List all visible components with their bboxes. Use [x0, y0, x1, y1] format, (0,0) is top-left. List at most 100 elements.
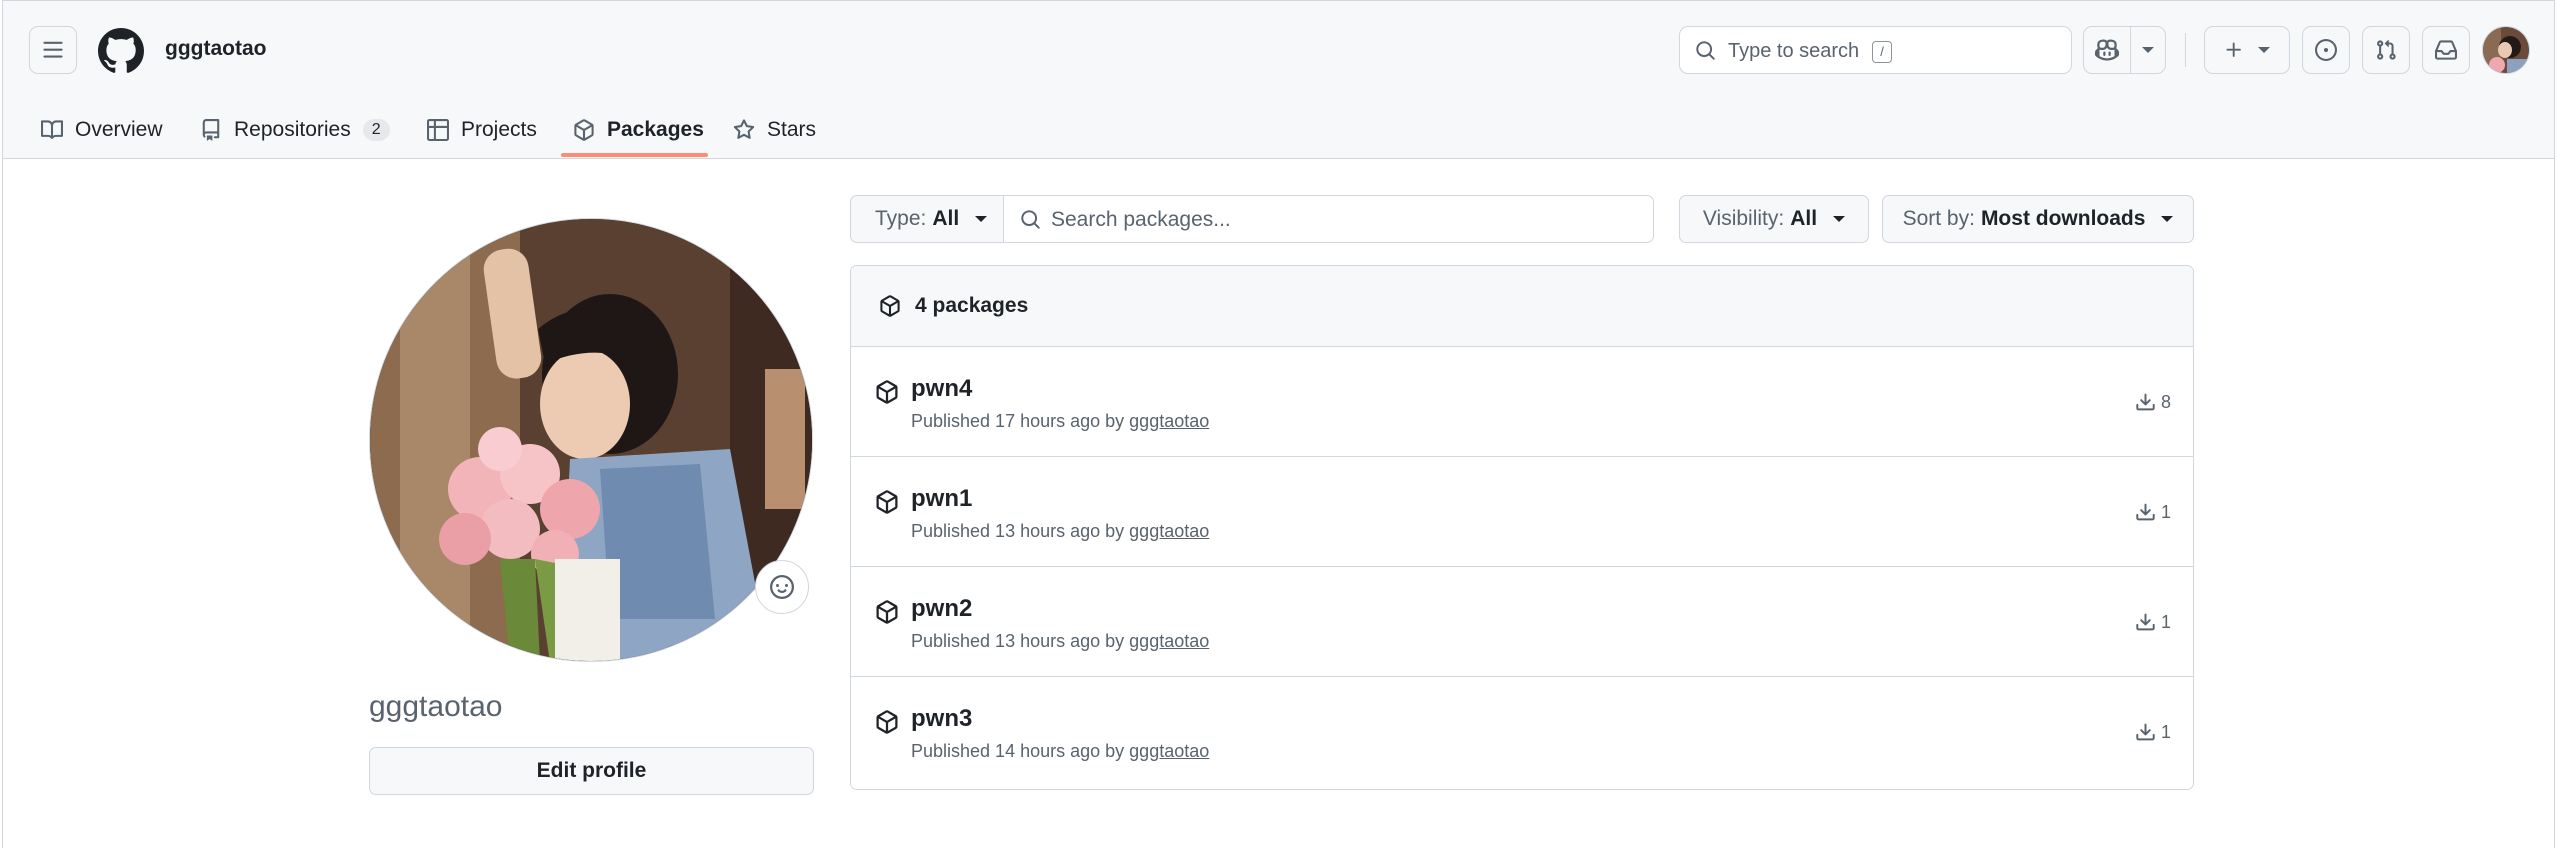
download-count-value: 1: [2160, 722, 2171, 742]
tab-label: Packages: [607, 118, 704, 141]
search-icon: [1021, 210, 1040, 229]
package-author-link[interactable]: gggtaotao: [1129, 631, 1209, 651]
package-meta: Published 14 hours ago by gggtaotao: [911, 741, 1209, 762]
download-count-value: 1: [2160, 612, 2171, 632]
visibility-filter-label: Visibility:: [1702, 207, 1785, 230]
chevron-down-icon: [2258, 47, 2270, 53]
type-filter-value: All: [932, 207, 960, 230]
issue-opened-icon: [2315, 39, 2337, 61]
pull-requests-button[interactable]: [2362, 26, 2410, 74]
package-meta: Published 13 hours ago by gggtaotao: [911, 521, 1209, 542]
set-status-button[interactable]: [755, 560, 809, 614]
profile-avatar[interactable]: [369, 218, 813, 662]
type-filter-label: Type:: [875, 207, 927, 230]
visibility-filter-value: All: [1790, 207, 1818, 230]
plus-icon: [2226, 42, 2241, 57]
download-icon: [2136, 723, 2155, 741]
tab-overview[interactable]: Overview: [41, 101, 163, 159]
package-icon: [876, 490, 898, 514]
page: gggtaotao Type to search / Overview Repo…: [2, 0, 2555, 848]
tab-stars[interactable]: Stars: [733, 101, 816, 159]
book-icon: [41, 120, 63, 139]
package-row: pwn1 Published 13 hours ago by gggtaotao…: [851, 457, 2193, 567]
package-row: pwn4 Published 17 hours ago by gggtaotao…: [851, 347, 2193, 457]
git-pull-request-icon: [2377, 39, 2396, 60]
package-meta: Published 13 hours ago by gggtaotao: [911, 631, 1209, 652]
type-filter-dropdown[interactable]: Type: All: [850, 195, 1004, 243]
package-published: Published 13 hours ago by: [911, 631, 1125, 651]
copilot-icon: [2095, 39, 2119, 61]
package-author-link[interactable]: gggtaotao: [1129, 741, 1209, 761]
package-name-link[interactable]: pwn3: [911, 705, 972, 733]
copilot-button[interactable]: [2083, 26, 2131, 74]
tab-label: Stars: [767, 118, 817, 141]
tab-repositories[interactable]: Repositories 2: [200, 101, 390, 159]
menu-button[interactable]: [29, 26, 77, 74]
inbox-button[interactable]: [2422, 26, 2470, 74]
search-placeholder: Type to search: [1728, 40, 1860, 62]
sort-label: Sort by:: [1902, 207, 1975, 230]
download-count: 1: [2135, 502, 2171, 523]
hamburger-icon: [43, 41, 63, 58]
package-published: Published 17 hours ago by: [911, 411, 1125, 431]
download-count: 1: [2135, 612, 2171, 633]
repo-icon: [202, 119, 220, 141]
download-icon: [2136, 393, 2155, 411]
package-icon: [876, 600, 898, 624]
package-icon: [876, 380, 898, 404]
header-username[interactable]: gggtaotao: [165, 37, 266, 61]
profile-username: gggtaotao: [369, 690, 503, 723]
search-shortcut-key: /: [1872, 41, 1892, 63]
package-published: Published 13 hours ago by: [911, 521, 1125, 541]
download-count-value: 1: [2160, 502, 2171, 522]
tab-label: Overview: [75, 118, 163, 141]
github-logo-icon[interactable]: [98, 28, 144, 74]
table-icon: [427, 119, 449, 141]
package-count: 4 packages: [915, 294, 1029, 317]
profile-photo: [370, 219, 812, 661]
package-name-link[interactable]: pwn4: [911, 375, 972, 403]
profile-tabs: Overview Repositories 2 Projects Package…: [3, 101, 2554, 159]
tab-packages[interactable]: Packages: [573, 101, 704, 159]
package-search-input[interactable]: Search packages...: [1003, 195, 1654, 243]
package-name-link[interactable]: pwn2: [911, 595, 972, 623]
tab-label: Projects: [461, 118, 537, 141]
download-icon: [2136, 613, 2155, 631]
caret-down-icon: [975, 216, 988, 222]
caret-down-icon: [1833, 216, 1846, 222]
package-list: 4 packages pwn4 Published 17 hours ago b…: [850, 265, 2194, 790]
package-row: pwn3 Published 14 hours ago by gggtaotao…: [851, 677, 2193, 787]
package-published: Published 14 hours ago by: [911, 741, 1125, 761]
download-count-value: 8: [2160, 392, 2171, 412]
download-count: 1: [2135, 722, 2171, 743]
package-icon: [880, 295, 900, 317]
tab-projects[interactable]: Projects: [427, 101, 537, 159]
tab-label: Repositories: [234, 118, 351, 141]
star-icon: [733, 119, 755, 139]
package-row: pwn2 Published 13 hours ago by gggtaotao…: [851, 567, 2193, 677]
sort-dropdown[interactable]: Sort by: Most downloads: [1882, 195, 2194, 243]
search-icon: [1696, 41, 1715, 60]
visibility-filter-dropdown[interactable]: Visibility: All: [1679, 195, 1869, 243]
chevron-down-icon: [2142, 47, 2154, 53]
package-name-link[interactable]: pwn1: [911, 485, 972, 513]
edit-profile-button[interactable]: Edit profile: [369, 747, 814, 795]
download-count: 8: [2135, 392, 2171, 413]
package-author-link[interactable]: gggtaotao: [1129, 411, 1209, 431]
package-meta: Published 17 hours ago by gggtaotao: [911, 411, 1209, 432]
repositories-count-badge: 2: [362, 119, 390, 141]
download-icon: [2136, 503, 2155, 521]
issues-button[interactable]: [2302, 26, 2350, 74]
package-icon: [876, 710, 898, 734]
package-author-link[interactable]: gggtaotao: [1129, 521, 1209, 541]
copilot-dropdown-button[interactable]: [2130, 26, 2166, 74]
user-avatar[interactable]: [2482, 26, 2530, 74]
create-new-button[interactable]: [2204, 26, 2290, 74]
caret-down-icon: [2161, 216, 2174, 222]
global-search-input[interactable]: Type to search /: [1679, 26, 2072, 74]
package-list-header: 4 packages: [851, 266, 2193, 347]
smiley-icon: [770, 575, 794, 599]
inbox-icon: [2435, 40, 2457, 60]
global-header: gggtaotao Type to search / Overview Repo…: [3, 1, 2554, 159]
header-divider: [2185, 33, 2186, 67]
